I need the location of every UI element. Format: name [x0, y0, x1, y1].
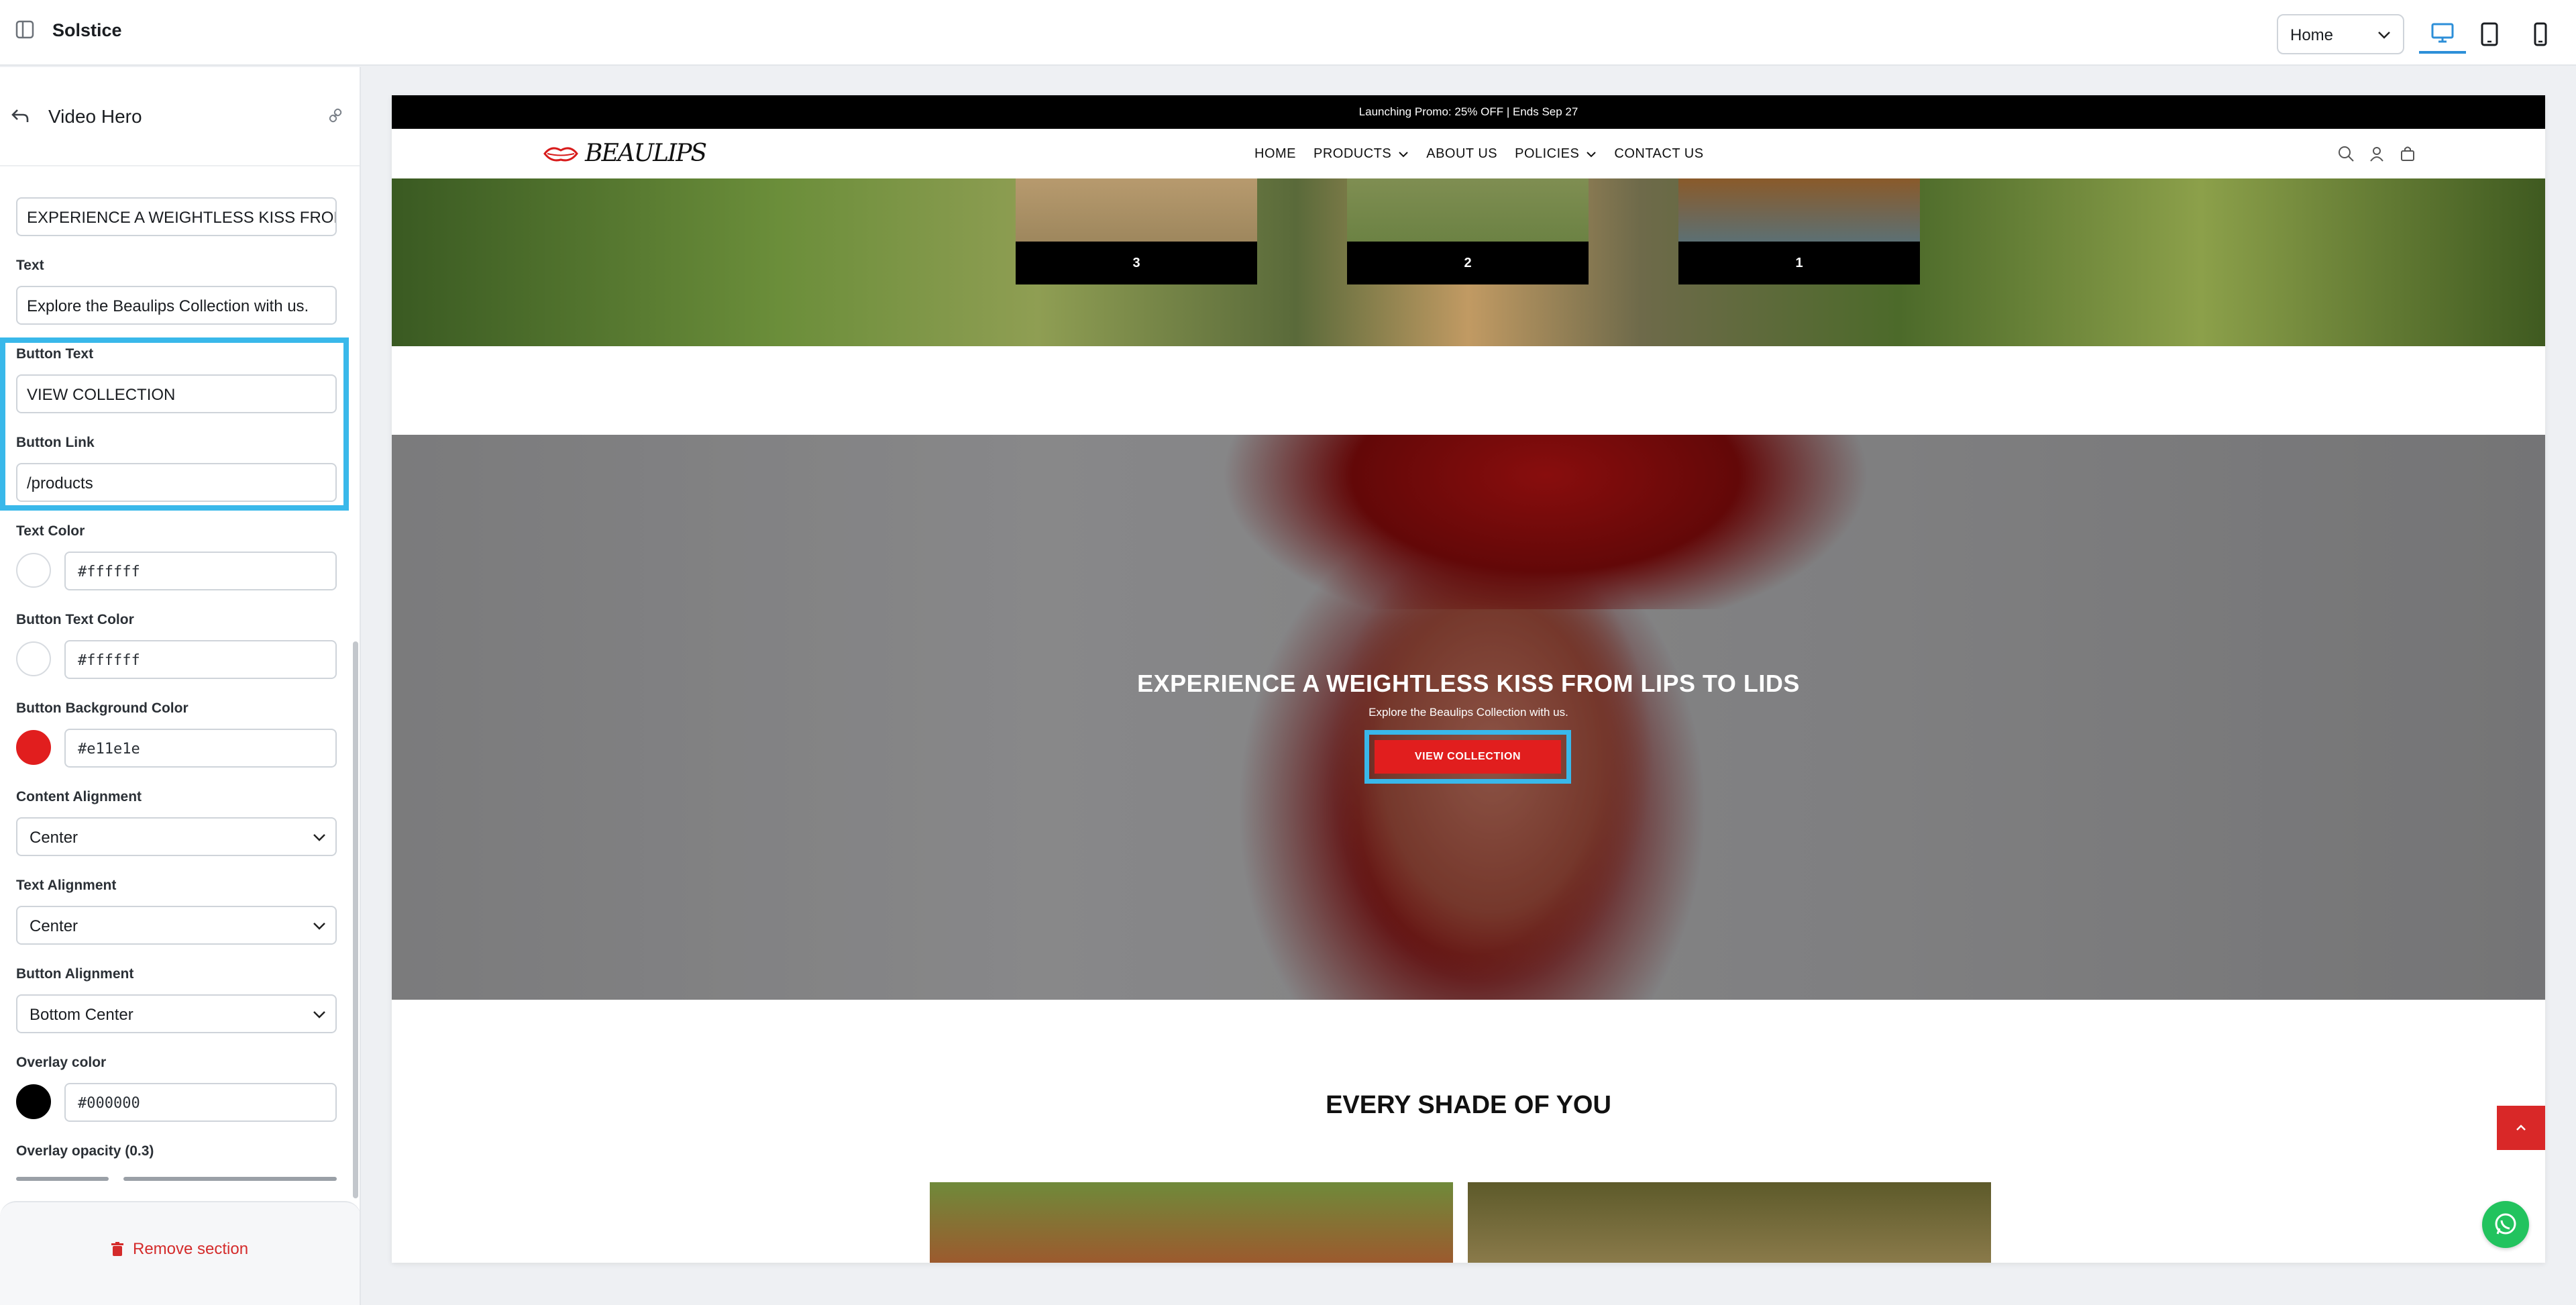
nav-about-label: ABOUT US [1426, 146, 1498, 161]
page-select-value: Home [2290, 26, 2334, 44]
nav-policies[interactable]: POLICIES [1515, 146, 1597, 162]
app-title: Solstice [52, 20, 122, 40]
shade-image[interactable] [1468, 1182, 1991, 1263]
tablet-icon [2481, 22, 2498, 46]
video-hero-section: EXPERIENCE A WEIGHTLESS KISS FROM LIPS T… [392, 435, 2545, 1000]
main-nav: HOME PRODUCTS ABOUT US POLICIES CONTACT … [1254, 146, 1704, 162]
content-alignment-select[interactable]: Center [16, 817, 337, 856]
button-text-color-label: Button Text Color [16, 612, 134, 627]
content-alignment-label: Content Alignment [16, 789, 142, 804]
button-bg-color-input[interactable]: #e11e1e [64, 729, 337, 768]
editor-topbar: Solstice Home [0, 0, 2576, 66]
tablet-view-button[interactable] [2466, 15, 2513, 54]
nav-about[interactable]: ABOUT US [1426, 146, 1497, 162]
gallery-card[interactable]: 3 [1016, 178, 1257, 284]
panel-header: Video Hero [0, 67, 360, 166]
back-arrow-icon[interactable] [9, 105, 31, 126]
logo-wordmark: BEAULIPS [585, 140, 707, 167]
section-title: Video Hero [48, 106, 142, 127]
trash-icon [111, 1242, 123, 1256]
gallery-card[interactable]: 1 [1678, 178, 1920, 284]
hero-content: EXPERIENCE A WEIGHTLESS KISS FROM LIPS T… [392, 670, 2545, 719]
mobile-view-button[interactable] [2517, 15, 2564, 54]
button-text-color-swatch[interactable] [16, 641, 51, 676]
chevron-down-icon [1587, 151, 1597, 157]
text-alignment-label: Text Alignment [16, 878, 117, 893]
desktop-view-button[interactable] [2419, 15, 2466, 54]
button-text-color-input[interactable]: #ffffff [64, 640, 337, 679]
nav-products-label: PRODUCTS [1313, 146, 1392, 161]
button-alignment-select[interactable]: Bottom Center [16, 994, 337, 1033]
overlay-color-swatch[interactable] [16, 1084, 51, 1119]
shade-section-title: EVERY SHADE OF YOU [1326, 1091, 1611, 1119]
nav-contact-label: CONTACT US [1614, 146, 1704, 161]
chevron-down-icon [313, 834, 325, 841]
nav-home[interactable]: HOME [1254, 146, 1296, 162]
text-label: Text [16, 258, 44, 273]
gallery-caption: 1 [1678, 242, 1920, 284]
button-link-label: Button Link [16, 435, 95, 450]
site-preview: Launching Promo: 25% OFF | Ends Sep 27 B… [392, 95, 2545, 1263]
scroll-to-top-button[interactable] [2497, 1106, 2545, 1150]
site-logo[interactable]: BEAULIPS [543, 140, 707, 167]
text-alignment-value: Center [30, 917, 78, 935]
chevron-down-icon [2378, 32, 2390, 39]
whatsapp-button[interactable] [2482, 1201, 2529, 1248]
nav-policies-label: POLICIES [1515, 146, 1580, 161]
remove-section-button[interactable]: Remove section [111, 1240, 248, 1259]
overlay-opacity-label: Overlay opacity (0.3) [16, 1143, 154, 1159]
toggle-panel-icon[interactable] [13, 18, 36, 41]
button-link-input[interactable]: /products [16, 463, 337, 502]
button-text-label: Button Text [16, 346, 94, 362]
hero-text: Explore the Beaulips Collection with us. [1368, 706, 1568, 719]
chevron-up-icon [2516, 1125, 2526, 1131]
overlay-color-label: Overlay color [16, 1055, 107, 1070]
desktop-icon [2431, 23, 2454, 43]
remove-section-area: Remove section [0, 1201, 360, 1305]
search-icon[interactable] [2337, 145, 2355, 162]
header-icons [2337, 145, 2416, 162]
nav-contact[interactable]: CONTACT US [1614, 146, 1703, 162]
lips-logo-icon [543, 146, 578, 161]
gallery-section: 3 2 1 [392, 178, 2545, 346]
whatsapp-icon [2495, 1213, 2516, 1235]
text-alignment-select[interactable]: Center [16, 906, 337, 945]
view-collection-button[interactable]: VIEW COLLECTION [1375, 740, 1561, 774]
button-bg-color-label: Button Background Color [16, 700, 189, 716]
chevron-down-icon [313, 1011, 325, 1019]
overlay-opacity-slider-fill[interactable] [16, 1177, 109, 1181]
heading-input[interactable]: EXPERIENCE A WEIGHTLESS KISS FROM [16, 197, 337, 236]
button-text-input[interactable]: VIEW COLLECTION [16, 374, 337, 413]
link-icon[interactable] [327, 107, 343, 123]
account-icon[interactable] [2368, 145, 2385, 162]
mobile-icon [2534, 22, 2547, 46]
panel-scrollbar[interactable] [353, 641, 358, 1198]
nav-products[interactable]: PRODUCTS [1313, 146, 1409, 162]
overlay-color-input[interactable]: #000000 [64, 1083, 337, 1122]
overlay-opacity-slider-track[interactable] [123, 1177, 337, 1181]
text-input[interactable]: Explore the Beaulips Collection with us. [16, 286, 337, 325]
gallery-caption: 2 [1347, 242, 1589, 284]
text-color-input[interactable]: #ffffff [64, 552, 337, 590]
page-select[interactable]: Home [2277, 14, 2404, 54]
hero-title: EXPERIENCE A WEIGHTLESS KISS FROM LIPS T… [1137, 670, 1800, 697]
button-alignment-value: Bottom Center [30, 1006, 133, 1024]
content-alignment-value: Center [30, 829, 78, 847]
text-color-label: Text Color [16, 523, 85, 539]
chevron-down-icon [313, 923, 325, 930]
gallery-card[interactable]: 2 [1347, 178, 1589, 284]
text-color-swatch[interactable] [16, 553, 51, 588]
section-settings-panel: Video Hero EXPERIENCE A WEIGHTLESS KISS … [0, 67, 361, 1305]
chevron-down-icon [1399, 151, 1408, 157]
promo-bar: Launching Promo: 25% OFF | Ends Sep 27 [392, 95, 2545, 129]
remove-section-label: Remove section [133, 1240, 249, 1258]
button-alignment-label: Button Alignment [16, 966, 134, 982]
nav-home-label: HOME [1254, 146, 1296, 161]
button-bg-color-swatch[interactable] [16, 730, 51, 765]
site-header: BEAULIPS HOME PRODUCTS ABOUT US POLICIES… [392, 129, 2545, 178]
gallery-caption: 3 [1016, 242, 1257, 284]
cart-icon[interactable] [2399, 145, 2416, 162]
hero-button-highlight: VIEW COLLECTION [1364, 730, 1571, 784]
shade-image[interactable] [930, 1182, 1453, 1263]
